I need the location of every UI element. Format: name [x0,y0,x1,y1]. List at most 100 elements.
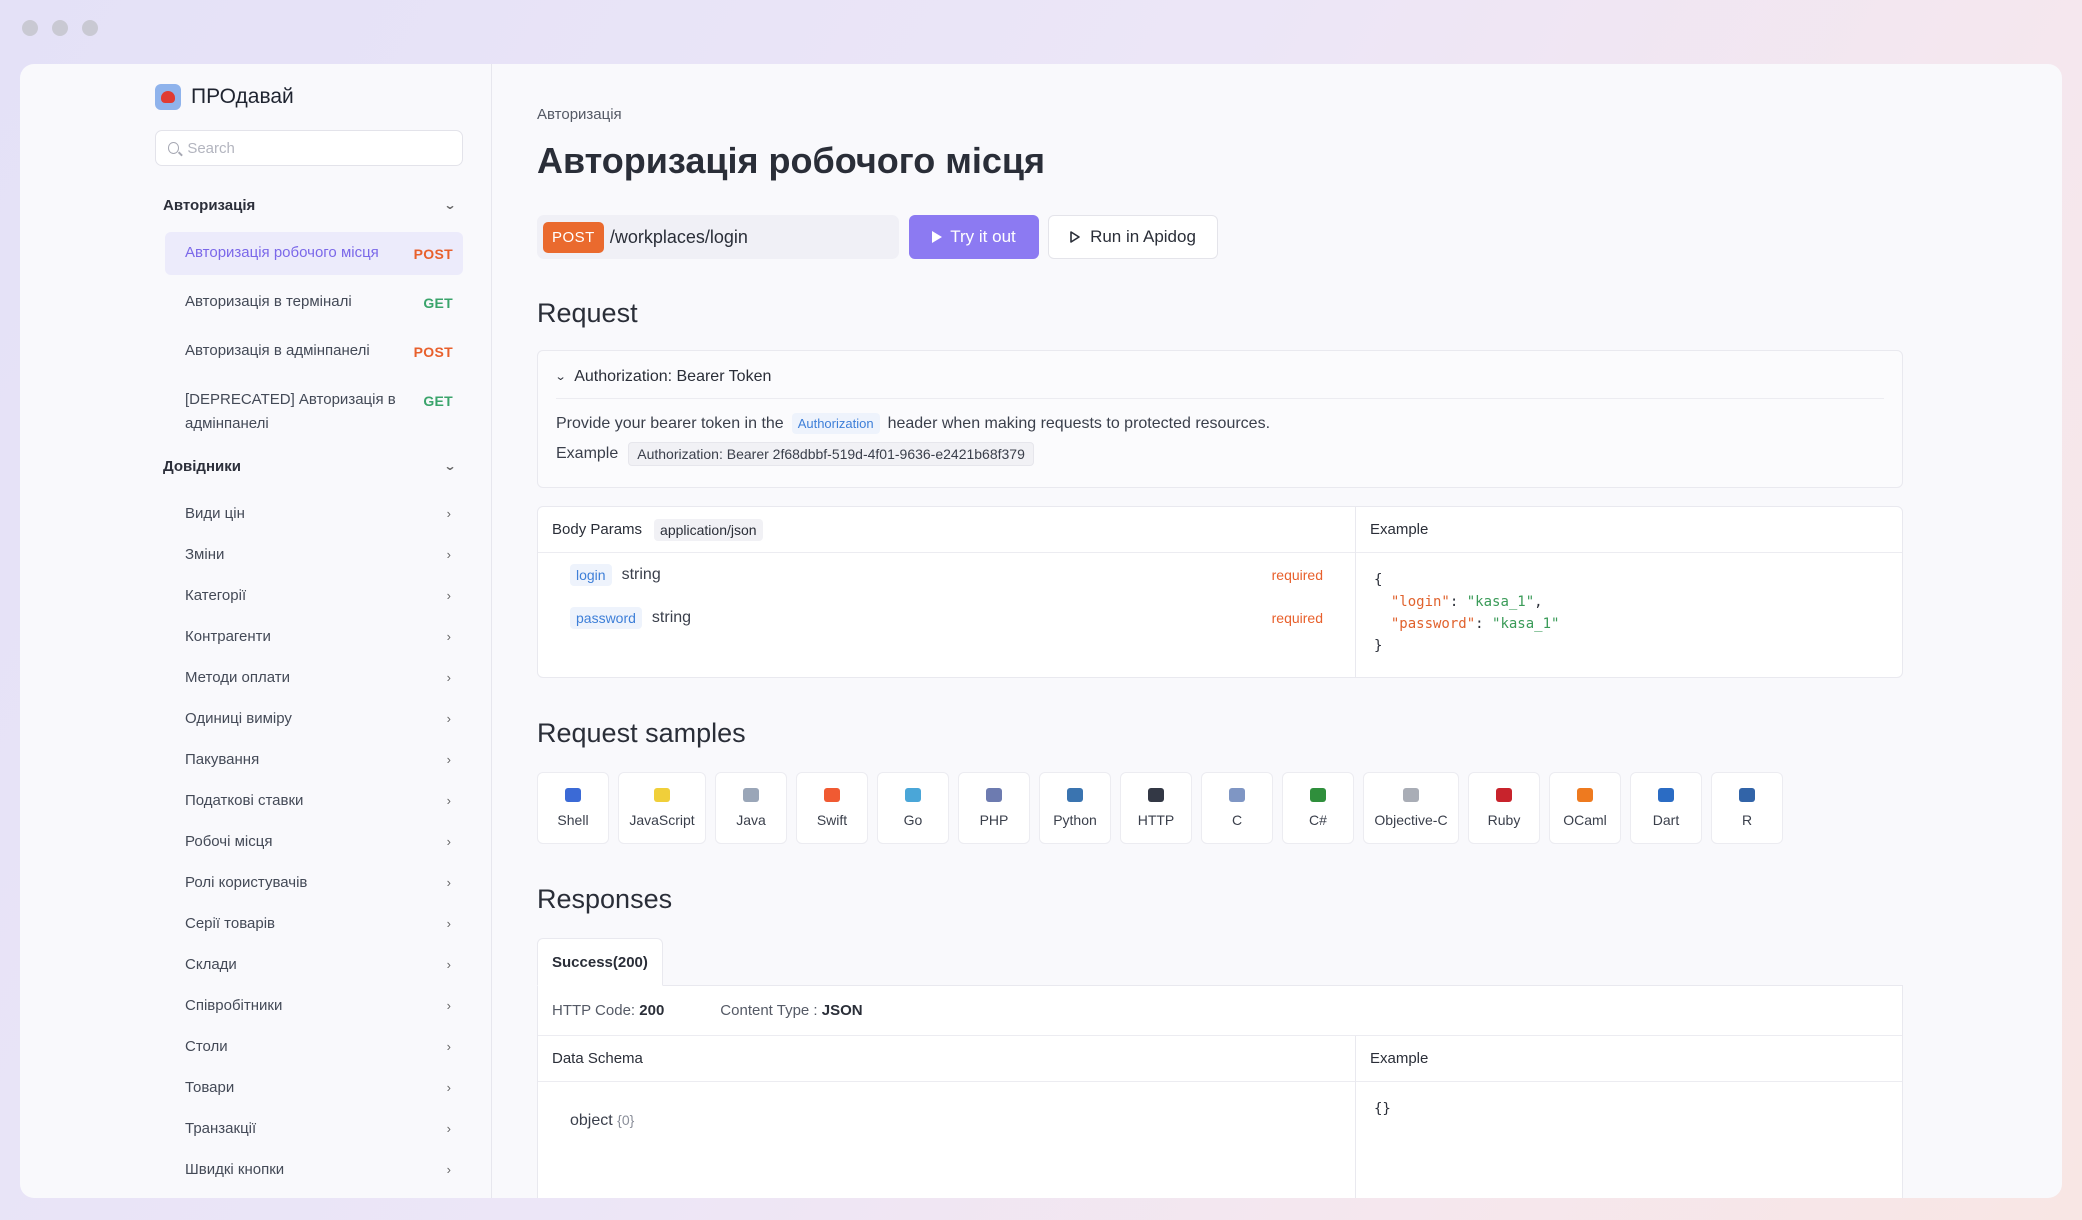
example-header: Example [1356,507,1902,553]
sidebar-folder[interactable]: Контрагенти › [155,616,463,657]
sidebar-group-auth[interactable]: Авторизація ⌄ [155,192,463,218]
body-params-card: Body Params application/json login strin… [537,506,1903,678]
body-params: Body Params application/json login strin… [538,507,1356,677]
sidebar-folder[interactable]: Пакування › [155,739,463,780]
method-badge: GET [423,295,453,311]
lang-tab-shell[interactable]: Shell [537,772,609,844]
play-outline-icon [1070,231,1080,243]
lang-tab-swift[interactable]: Swift [796,772,868,844]
param-type: string [621,565,661,583]
sidebar-folder[interactable]: Зміни › [155,534,463,575]
sidebar-folder[interactable]: Столи › [155,1026,463,1067]
lang-tab-java[interactable]: Java [715,772,787,844]
param-row: password string required [538,596,1355,639]
auth-text-after: header when making requests to protected… [887,414,1271,432]
r-icon [1739,788,1755,802]
sidebar-group-directories[interactable]: Довідники ⌄ [155,453,463,479]
folder-label: Категорії [185,587,247,604]
sidebar-folder[interactable]: Робочі місця › [155,821,463,862]
lang-tab-c-[interactable]: C# [1282,772,1354,844]
auth-text-before: Provide your bearer token in the [556,414,784,432]
chevron-right-icon: › [446,834,451,849]
close-dot[interactable] [22,20,38,36]
response-tabs: Success(200) [537,938,1903,986]
brand[interactable]: ПРОдавай [155,78,463,116]
response-card: HTTP Code: 200 Content Type : JSON Data … [537,986,1903,1198]
lang-label: C# [1309,812,1327,828]
code-line: } [1374,638,1383,654]
chevron-right-icon: › [446,588,451,603]
sidebar-folder[interactable]: Методи оплати › [155,657,463,698]
breadcrumb[interactable]: Авторизація [537,106,2062,126]
maximize-dot[interactable] [82,20,98,36]
chevron-right-icon: › [446,875,451,890]
tab-success-200[interactable]: Success(200) [537,938,663,986]
auth-header-code: Authorization [791,413,880,434]
folder-label: Одиниці виміру [185,710,292,727]
json-value: "kasa_1" [1466,594,1535,610]
lang-tab-objective-c[interactable]: Objective-C [1363,772,1459,844]
lang-tab-c[interactable]: C [1201,772,1273,844]
sidebar-folder[interactable]: Транзакції › [155,1108,463,1149]
sidebar-item-terminal-auth[interactable]: Авторизація в терміналі GET [165,281,463,324]
body-params-label: Body Params [552,521,643,538]
search-input[interactable] [187,139,450,157]
folder-label: Робочі місця [185,833,273,850]
lang-tab-ocaml[interactable]: OCaml [1549,772,1621,844]
sidebar-folder[interactable]: Одиниці виміру › [155,698,463,739]
c-icon [1229,788,1245,802]
request-example-code[interactable]: { "login": "kasa_1", "password": "kasa_1… [1356,553,1902,673]
try-it-out-button[interactable]: Try it out [909,215,1039,259]
sidebar-folder[interactable]: Види цін › [155,493,463,534]
sidebar-item-deprecated-admin-auth[interactable]: [DEPRECATED] Авторизація в адмінпанелі G… [165,379,463,445]
lang-tab-javascript[interactable]: JavaScript [618,772,706,844]
minimize-dot[interactable] [52,20,68,36]
endpoint-label: Авторизація в терміналі [185,293,352,310]
lang-label: JavaScript [629,812,695,828]
method-badge: POST [413,246,453,262]
folder-list: Види цін › Зміни › Категорії › Контрагенти › Мет… [155,493,463,1198]
sidebar-folder[interactable]: Швидкі кнопки › [155,1149,463,1190]
lang-label: Objective-C [1374,812,1448,828]
schema-object: object {0} [538,1082,1355,1160]
sidebar-folder[interactable]: Категорії › [155,575,463,616]
sidebar-folder[interactable]: Склади › [155,944,463,985]
param-required: required [1271,609,1323,626]
ocaml-icon [1577,788,1593,802]
body-params-header: Body Params application/json [538,507,1355,553]
folder-label: Склади [185,956,237,973]
endpoint-url: POST /workplaces/login [537,215,899,259]
code-line: { [1374,572,1383,588]
lang-tab-python[interactable]: Python [1039,772,1111,844]
sidebar-folder[interactable]: Податкові ставки › [155,780,463,821]
sidebar-folder[interactable]: Штрихкоди› [155,1190,463,1198]
lang-tab-ruby[interactable]: Ruby [1468,772,1540,844]
example-token[interactable]: Authorization: Bearer 2f68dbbf-519d-4f01… [628,442,1034,466]
lang-label: Python [1053,812,1097,828]
search-box[interactable] [155,130,463,166]
lang-tab-go[interactable]: Go [877,772,949,844]
response-example-code[interactable]: {} [1356,1082,1902,1136]
sidebar-folder[interactable]: Серії товарів › [155,903,463,944]
sidebar-folder[interactable]: Товари › [155,1067,463,1108]
chevron-right-icon: › [446,916,451,931]
lang-tab-http[interactable]: HTTP [1120,772,1192,844]
sidebar-folder[interactable]: Співробітники › [155,985,463,1026]
param-required: required [1271,566,1323,583]
swift-icon [824,788,840,802]
auth-title: Authorization: Bearer Token [574,367,772,385]
sidebar-item-admin-auth[interactable]: Авторизація в адмінпанелі POST [165,330,463,373]
sidebar-folder[interactable]: Ролі користувачів › [155,862,463,903]
param-row: login string required [538,553,1355,596]
lang-label: Java [736,812,766,828]
auth-toggle[interactable]: ⌄ Authorization: Bearer Token [554,363,1884,399]
lang-tab-r[interactable]: R [1711,772,1783,844]
lang-label: Go [903,812,923,828]
lang-tab-dart[interactable]: Dart [1630,772,1702,844]
auth-description: Provide your bearer token in the Authori… [556,413,1884,434]
group-label: Довідники [163,457,241,475]
lang-tab-php[interactable]: PHP [958,772,1030,844]
run-in-apidog-button[interactable]: Run in Apidog [1048,215,1218,259]
chevron-down-icon: ⌄ [554,371,567,383]
sidebar-item-workplace-auth[interactable]: Авторизація робочого місця POST [165,232,463,275]
